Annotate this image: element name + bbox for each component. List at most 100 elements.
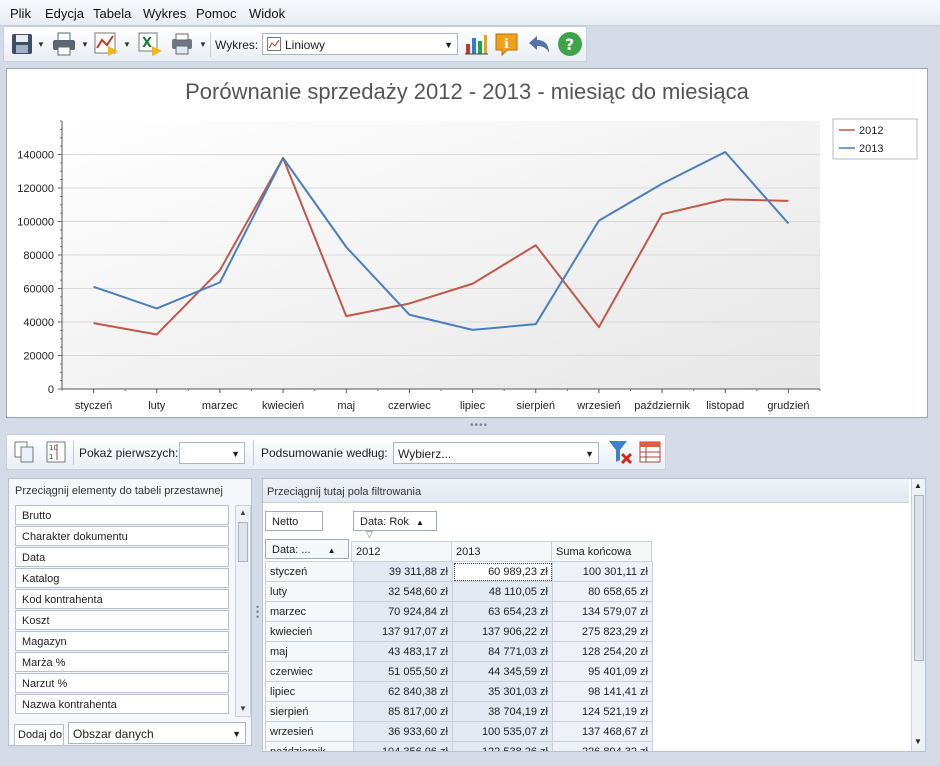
menu-edit[interactable]: Edycja xyxy=(45,6,84,21)
cell-total[interactable]: 98 141,41 zł xyxy=(552,681,653,702)
cell-total[interactable]: 226 894,32 zł xyxy=(552,741,653,751)
cell-2013[interactable]: 38 704,19 zł xyxy=(452,701,553,722)
save-dropdown-icon[interactable]: ▼ xyxy=(37,41,45,49)
cell-2013[interactable]: 84 771,03 zł xyxy=(452,641,553,662)
scroll-up-icon[interactable]: ▲ xyxy=(914,481,922,490)
scroll-down-icon[interactable]: ▼ xyxy=(914,737,922,746)
cell-total[interactable]: 275 823,29 zł xyxy=(552,621,653,642)
cell-total[interactable]: 100 301,11 zł xyxy=(552,561,653,582)
field-list-icon[interactable]: 10 1 xyxy=(43,438,71,466)
row-field-date[interactable]: Data: ... ▲ xyxy=(265,539,349,559)
field-item[interactable]: Charakter dokumentu xyxy=(15,526,229,546)
print-dropdown-icon[interactable]: ▼ xyxy=(81,41,89,49)
field-item[interactable]: Magazyn xyxy=(15,631,229,651)
cell-2012[interactable]: 70 924,84 zł xyxy=(353,601,453,622)
table-row[interactable]: kwiecień 137 917,07 zł 137 906,22 zł 275 82… xyxy=(265,621,653,642)
pivot-scrollbar[interactable]: ▲ ▼ xyxy=(911,479,925,751)
table-row[interactable]: maj 43 483,17 zł 84 771,03 zł 128 254,20 zł xyxy=(265,641,653,662)
x-tick-label: październik xyxy=(634,400,690,412)
table-row[interactable]: styczeń 39 311,88 zł 60 989,23 zł 100 301,1… xyxy=(265,561,653,582)
info-icon[interactable]: i xyxy=(493,30,521,58)
cell-2012[interactable]: 137 917,07 zł xyxy=(353,621,453,642)
x-tick-label: lipiec xyxy=(460,400,486,412)
horizontal-splitter[interactable]: •••• xyxy=(470,420,488,431)
cell-2012[interactable]: 51 055,50 zł xyxy=(353,661,453,682)
export-excel-icon[interactable]: X xyxy=(136,30,164,58)
row-label: sierpień xyxy=(265,701,354,722)
table-row[interactable]: sierpień 85 817,00 zł 38 704,19 zł 124 521,… xyxy=(265,701,653,722)
menu-file[interactable]: Plik xyxy=(10,6,31,21)
cell-2012[interactable]: 85 817,00 zł xyxy=(353,701,453,722)
menu-help[interactable]: Pomoc xyxy=(196,6,236,21)
cell-2013-selected[interactable]: 60 989,23 zł xyxy=(452,561,553,582)
field-item[interactable]: Brutto xyxy=(15,505,229,525)
field-item[interactable]: Data xyxy=(15,547,229,567)
cell-2012[interactable]: 36 933,60 zł xyxy=(353,721,453,742)
field-item[interactable]: Nazwa kontrahenta xyxy=(15,694,229,714)
cell-total[interactable]: 128 254,20 zł xyxy=(552,641,653,662)
cell-2013[interactable]: 44 345,59 zł xyxy=(452,661,553,682)
column-header: Suma końcowa xyxy=(551,541,652,562)
copy-icon[interactable] xyxy=(11,438,39,466)
cell-total[interactable]: 134 579,07 zł xyxy=(552,601,653,622)
bar-chart-icon[interactable] xyxy=(462,30,490,58)
cell-2012[interactable]: 43 483,17 zł xyxy=(353,641,453,662)
undo-icon[interactable] xyxy=(525,30,553,58)
clear-filter-icon[interactable] xyxy=(606,438,634,466)
table-row[interactable]: wrzesień 36 933,60 zł 100 535,07 zł 137 468… xyxy=(265,721,653,742)
menu-view[interactable]: Widok xyxy=(249,6,285,21)
chart-type-value: Liniowy xyxy=(285,38,326,52)
x-tick-label: kwiecień xyxy=(262,400,304,412)
chevron-down-icon: ▼ xyxy=(444,40,453,50)
add-to-select[interactable]: Obszar danych ▼ xyxy=(68,722,246,744)
cell-2013[interactable]: 122 538,26 zł xyxy=(452,741,553,751)
cell-2013[interactable]: 100 535,07 zł xyxy=(452,721,553,742)
field-item[interactable]: Marża % xyxy=(15,652,229,672)
table-row[interactable]: październik 104 356,06 zł 122 538,26 zł 226… xyxy=(265,741,653,751)
cell-total[interactable]: 80 658,65 zł xyxy=(552,581,653,602)
print-preview-dropdown-icon[interactable]: ▼ xyxy=(199,41,207,49)
cell-total[interactable]: 95 401,09 zł xyxy=(552,661,653,682)
save-icon[interactable] xyxy=(8,30,36,58)
data-field-netto[interactable]: Netto xyxy=(265,511,323,531)
cell-2013[interactable]: 48 110,05 zł xyxy=(452,581,553,602)
cell-total[interactable]: 124 521,19 zł xyxy=(552,701,653,722)
menu-chart[interactable]: Wykres xyxy=(143,6,186,21)
scroll-down-icon[interactable]: ▼ xyxy=(239,704,247,713)
cell-2013[interactable]: 35 301,03 zł xyxy=(452,681,553,702)
column-field-year[interactable]: Data: Rok ▲ ▽ xyxy=(353,511,437,539)
chart-type-select[interactable]: Liniowy ▼ xyxy=(262,33,458,55)
field-item[interactable]: Katalog xyxy=(15,568,229,588)
field-item[interactable]: Kod kontrahenta xyxy=(15,589,229,609)
field-item[interactable]: Koszt xyxy=(15,610,229,630)
table-row[interactable]: luty 32 548,60 zł 48 110,05 zł 80 658,65 zł xyxy=(265,581,653,602)
cell-2012[interactable]: 32 548,60 zł xyxy=(353,581,453,602)
filter-icon[interactable]: ▽ xyxy=(366,529,373,539)
scroll-thumb[interactable] xyxy=(914,495,924,661)
help-icon[interactable]: ? xyxy=(556,30,584,58)
cell-2012[interactable]: 62 840,38 zł xyxy=(353,681,453,702)
table-row[interactable]: czerwiec 51 055,50 zł 44 345,59 zł 95 401,0… xyxy=(265,661,653,682)
cell-total[interactable]: 137 468,67 zł xyxy=(552,721,653,742)
cell-2012[interactable]: 39 311,88 zł xyxy=(353,561,453,582)
summary-select[interactable]: Wybierz... ▼ xyxy=(393,442,599,464)
print-icon[interactable] xyxy=(50,30,78,58)
print-preview-icon[interactable] xyxy=(168,30,196,58)
vertical-splitter[interactable]: • • • xyxy=(256,603,260,622)
table-row[interactable]: marzec 70 924,84 zł 63 654,23 zł 134 579,07… xyxy=(265,601,653,622)
scroll-up-icon[interactable]: ▲ xyxy=(239,508,247,517)
filter-drop-area[interactable]: Przeciągnij tutaj pola filtrowania xyxy=(263,479,909,503)
menu-table[interactable]: Tabela xyxy=(93,6,131,21)
cell-2012[interactable]: 104 356,06 zł xyxy=(353,741,453,751)
field-list-scrollbar[interactable]: ▲ ▼ xyxy=(235,505,251,717)
cell-2013[interactable]: 63 654,23 zł xyxy=(452,601,553,622)
show-first-select[interactable]: ▼ xyxy=(179,442,245,464)
scroll-thumb[interactable] xyxy=(238,522,248,562)
table-row[interactable]: lipiec 62 840,38 zł 35 301,03 zł 98 141,41 … xyxy=(265,681,653,702)
add-to-button[interactable]: Dodaj do xyxy=(14,724,64,746)
export-chart-icon[interactable] xyxy=(92,30,120,58)
table-layout-icon[interactable] xyxy=(636,438,664,466)
export-chart-dropdown-icon[interactable]: ▼ xyxy=(123,41,131,49)
field-item[interactable]: Narzut % xyxy=(15,673,229,693)
cell-2013[interactable]: 137 906,22 zł xyxy=(452,621,553,642)
